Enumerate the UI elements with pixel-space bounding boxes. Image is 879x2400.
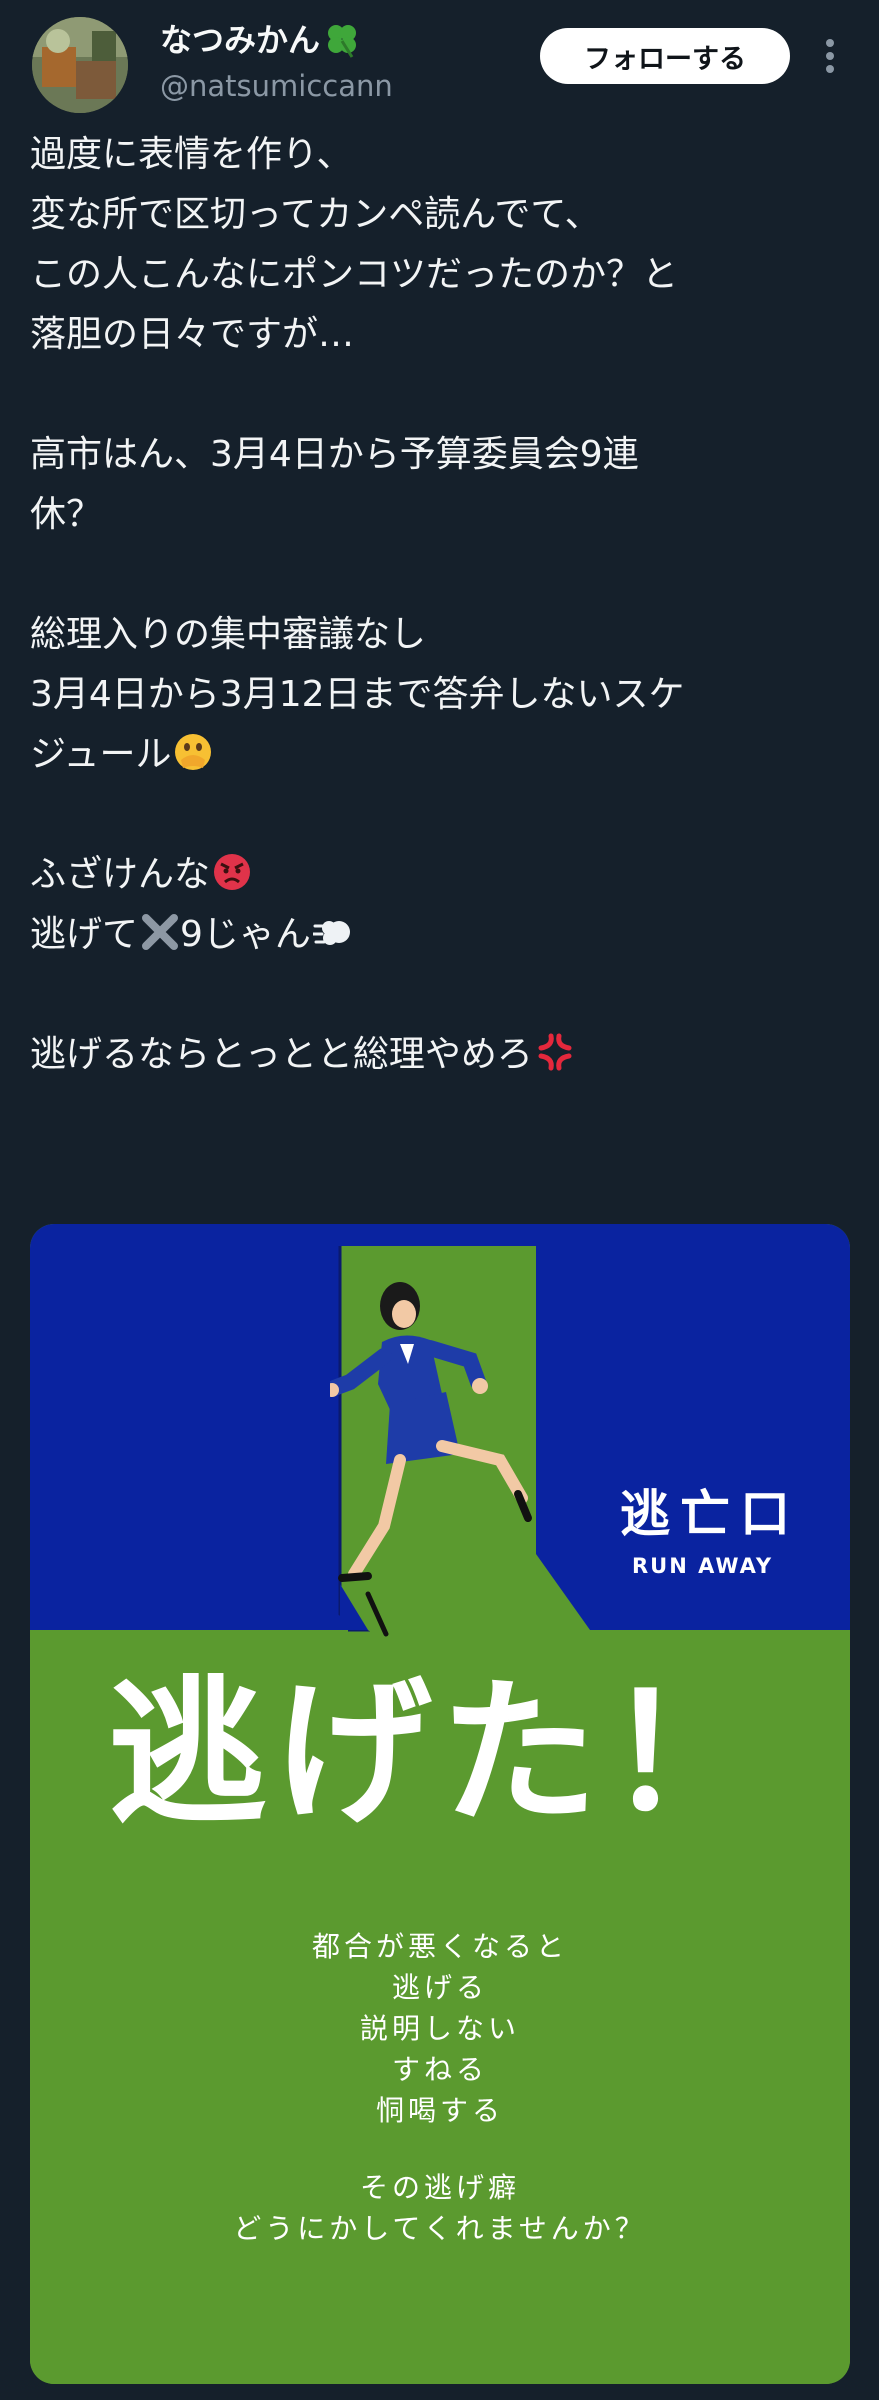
avatar-image <box>32 17 128 113</box>
tweet-line: ふざけんな <box>30 845 860 905</box>
tweet-line: 逃げるならとっとと総理やめろ <box>30 1025 860 1085</box>
tweet-line: 過度に表情を作り、 <box>30 134 353 175</box>
tweet-line: 変な所で区切ってカンペ読んでて、 <box>30 194 601 235</box>
face-with-hand-over-mouth-emoji <box>175 734 212 770</box>
tweet-line: 3月4日から3月12日まで答弁しないスケ <box>30 674 685 715</box>
tweet-line: 総理入りの集中審議なし <box>30 614 427 655</box>
poem-line: 逃げる <box>391 1971 488 2004</box>
tweet-line: 休？ <box>30 494 103 535</box>
follow-button[interactable]: フォローする <box>540 28 790 84</box>
poster-poem: 都合が悪くなると 逃げる 説明しない すねる 恫喝する その逃げ癖 どうにかして… <box>30 1926 850 2249</box>
tweet-line-text: 逃げるならとっとと総理やめろ <box>30 1034 533 1075</box>
display-name-text: なつみかん <box>160 21 321 59</box>
running-woman-figure <box>330 1282 532 1637</box>
poem-gap <box>30 2131 850 2167</box>
poem-line: どうにかしてくれませんか？ <box>233 2212 647 2245</box>
more-vertical-icon[interactable] <box>815 34 845 78</box>
tweet-line: 逃げて 9じゃん <box>30 905 860 965</box>
user-handle[interactable]: @natsumiccann <box>160 66 393 106</box>
tweet-line: 高市はん、3月4日から予算委員会9連 <box>30 434 639 475</box>
tweet-line-text: 9じゃん <box>180 914 311 955</box>
tweet-line-text: 逃げて <box>30 914 139 955</box>
poem-line: その逃げ癖 <box>359 2171 520 2204</box>
tweet-line: この人こんなにポンコツだったのか？と <box>30 254 679 295</box>
exit-sign-japanese: 逃亡口 <box>620 1485 800 1543</box>
poem-line: 説明しない <box>359 2012 520 2045</box>
poster-headline: 逃げた！ <box>108 1661 772 1846</box>
four-leaf-clover-icon <box>328 25 357 58</box>
display-name[interactable]: なつみかん <box>160 18 362 62</box>
tweet-line: 落胆の日々ですが… <box>30 314 355 355</box>
poem-line: 都合が悪くなると <box>311 1930 568 1963</box>
angry-face-emoji <box>214 854 251 890</box>
poem-line: 恫喝する <box>375 2094 504 2127</box>
poem-line: すねる <box>391 2053 488 2086</box>
dash-emoji <box>312 921 350 945</box>
tweet-text: 過度に表情を作り、 変な所で区切ってカンペ読んでて、 この人こんなにポンコツだっ… <box>30 125 860 1085</box>
avatar[interactable] <box>32 17 128 113</box>
anger-symbol-emoji <box>538 1033 572 1071</box>
tweet-line-text: ふざけんな <box>30 854 211 895</box>
tweet-media-image[interactable]: 逃亡口 RUN AWAY 逃げた！ 都合が悪くなると 逃げる 説明しない すねる… <box>30 1224 850 2384</box>
tweet-line-text: ジュール <box>30 734 172 775</box>
tweet-line: ジュール <box>30 725 860 785</box>
tweet-header: なつみかん @natsumiccann フォローする <box>0 0 879 120</box>
exit-sign-english: RUN AWAY <box>632 1554 774 1578</box>
cross-mark-emoji <box>142 914 179 950</box>
